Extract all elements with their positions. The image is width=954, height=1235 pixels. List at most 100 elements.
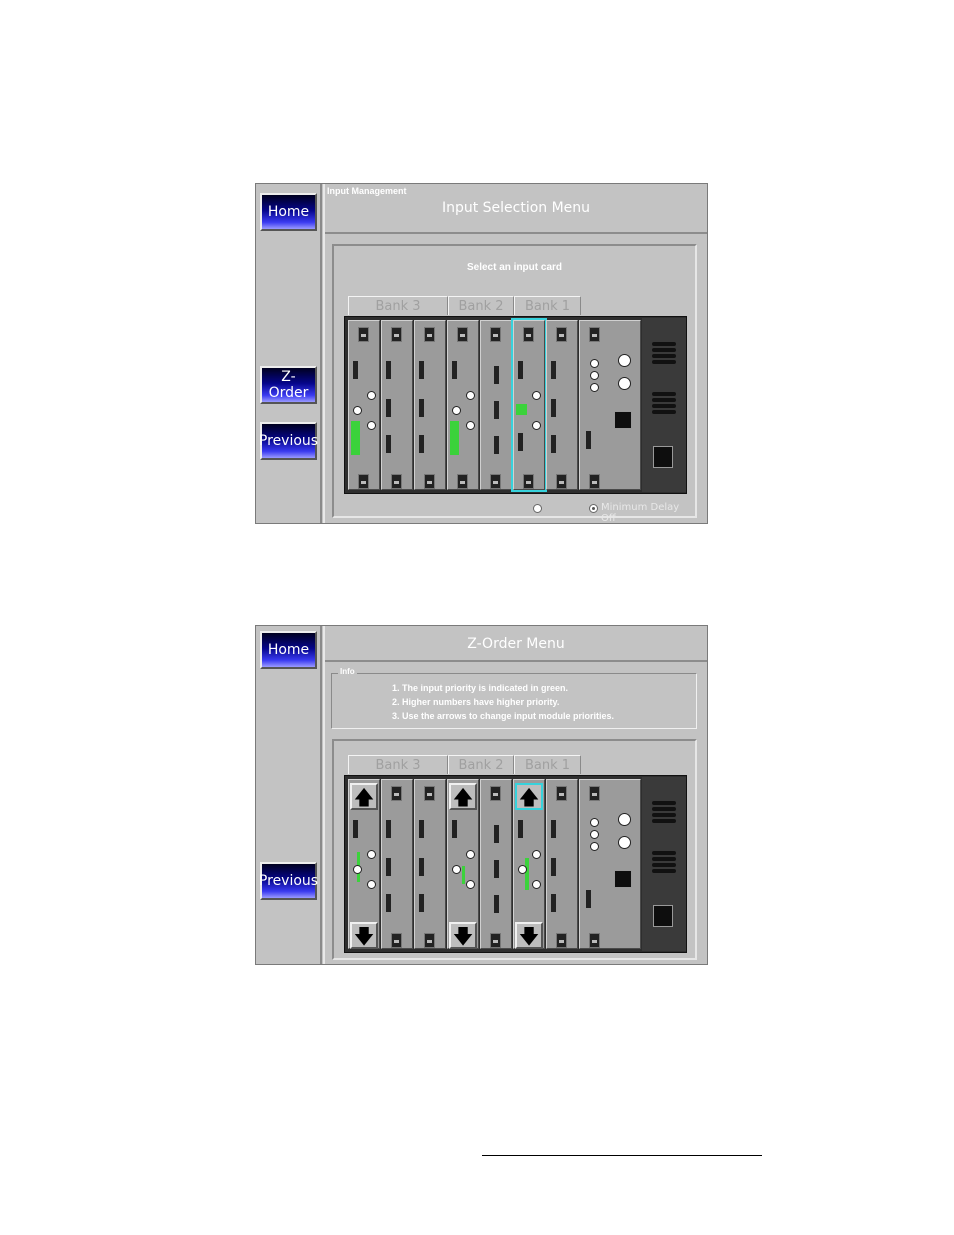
- control-card-slot: [579, 779, 641, 949]
- power-inlet-icon: [653, 905, 673, 927]
- tab-bank-1[interactable]: Bank 1: [514, 755, 581, 774]
- latch-icon: [523, 327, 534, 342]
- select-card-prompt: Select an input card: [466, 262, 563, 273]
- connector-icon: [494, 366, 499, 384]
- minimum-delay-radio[interactable]: [589, 504, 598, 513]
- connector-icon: [494, 825, 499, 843]
- connector-icon: [353, 361, 358, 379]
- connector-icon: [494, 895, 499, 913]
- connector-icon: [551, 858, 556, 876]
- hdmi-card-slot: [480, 779, 512, 949]
- bnc-icon: [532, 421, 541, 430]
- connector-icon: [518, 433, 523, 451]
- bnc-icon: [590, 818, 599, 827]
- info-box: Info 1. The input priority is indicated …: [331, 667, 697, 729]
- connector-icon: [419, 435, 424, 453]
- connector-icon: [586, 431, 591, 449]
- connector-icon: [386, 894, 391, 912]
- latch-icon: [424, 327, 435, 342]
- latch-icon: [490, 327, 501, 342]
- bnc-icon: [452, 406, 461, 415]
- xlr-icon: [618, 377, 631, 390]
- xlr-icon: [618, 813, 631, 826]
- connector-icon: [551, 435, 556, 453]
- home-button[interactable]: Home: [260, 193, 317, 231]
- connector-icon: [419, 820, 424, 838]
- chassis-rear-view: 🡅 🡇 �: [344, 775, 687, 953]
- priority-up-button[interactable]: 🡅: [449, 783, 477, 810]
- bnc-icon: [590, 383, 599, 392]
- tab-bank-2[interactable]: Bank 2: [448, 296, 514, 315]
- connector-icon: [494, 436, 499, 454]
- priority-indicator: [516, 404, 527, 415]
- bnc-icon: [466, 880, 475, 889]
- latch-icon: [556, 933, 567, 948]
- power-supply: [642, 318, 686, 492]
- latch-icon: [424, 933, 435, 948]
- input-card-slot-2: 🡅 🡇: [447, 779, 479, 949]
- priority-indicator: [525, 858, 529, 890]
- fan-icon: [652, 799, 676, 829]
- header: Input Management Input Selection Menu: [325, 184, 707, 234]
- priority-down-button[interactable]: 🡇: [515, 922, 543, 949]
- input-card-slot-1[interactable]: [348, 320, 380, 490]
- page-title: Z-Order Menu: [467, 636, 565, 652]
- connector-icon: [518, 361, 523, 379]
- z-order-panel: Bank 3 Bank 2 Bank 1 🡅 🡇 🡅 🡇 🡅 🡇: [332, 739, 697, 960]
- fan-icon: [652, 849, 676, 879]
- latch-icon: [589, 786, 600, 801]
- latch-icon: [391, 786, 402, 801]
- power-supply: [642, 777, 686, 951]
- z-order-button[interactable]: Z-Order: [260, 366, 317, 404]
- bnc-icon: [532, 391, 541, 400]
- latch-icon: [523, 474, 534, 489]
- latch-icon: [457, 474, 468, 489]
- latch-icon: [556, 786, 567, 801]
- breadcrumb: Input Management: [327, 186, 407, 196]
- input-card-slot-2[interactable]: [447, 320, 479, 490]
- previous-button[interactable]: Previous: [259, 862, 318, 900]
- connector-icon: [551, 361, 556, 379]
- input-card-slot-1: 🡅 🡇: [348, 779, 380, 949]
- tab-bank-3[interactable]: Bank 3: [348, 755, 448, 774]
- latch-icon: [589, 474, 600, 489]
- output-card-slot: [414, 320, 446, 490]
- priority-indicator: [450, 421, 459, 455]
- previous-button[interactable]: Previous: [259, 422, 318, 460]
- connector-icon: [419, 858, 424, 876]
- input-card-slot-3[interactable]: [511, 318, 547, 492]
- connector-icon: [386, 435, 391, 453]
- latch-icon: [391, 327, 402, 342]
- bnc-icon: [367, 850, 376, 859]
- input-selection-screen: Home Z-Order Previous Input Management I…: [255, 183, 708, 524]
- hdmi-card-slot: [480, 320, 512, 490]
- info-line-3: 3. Use the arrows to change input module…: [392, 711, 615, 721]
- latch-icon: [490, 786, 501, 801]
- connector-icon: [386, 361, 391, 379]
- latch-icon: [556, 474, 567, 489]
- tab-bank-1[interactable]: Bank 1: [514, 296, 581, 315]
- connector-icon: [551, 399, 556, 417]
- priority-down-button[interactable]: 🡇: [350, 922, 378, 949]
- z-order-screen: Home Previous Z-Order Menu Info 1. The i…: [255, 625, 708, 965]
- priority-indicator: [351, 421, 360, 455]
- latch-icon: [490, 933, 501, 948]
- fan-icon: [652, 340, 676, 370]
- connector-icon: [551, 894, 556, 912]
- bnc-icon: [590, 830, 599, 839]
- latch-icon: [391, 474, 402, 489]
- tab-bank-2[interactable]: Bank 2: [448, 755, 514, 774]
- priority-up-button[interactable]: 🡅: [350, 783, 378, 810]
- output-card-slot: [414, 779, 446, 949]
- option-radio-1[interactable]: [533, 504, 542, 513]
- latch-icon: [424, 474, 435, 489]
- latch-icon: [391, 933, 402, 948]
- priority-down-button[interactable]: 🡇: [449, 922, 477, 949]
- tab-bank-3[interactable]: Bank 3: [348, 296, 448, 315]
- power-inlet-icon: [653, 446, 673, 468]
- home-button[interactable]: Home: [260, 631, 317, 669]
- bnc-icon: [532, 880, 541, 889]
- input-card-slot-3: 🡅 🡇: [513, 779, 545, 949]
- priority-up-button-selected[interactable]: 🡅: [515, 783, 543, 810]
- connector-icon: [518, 820, 523, 838]
